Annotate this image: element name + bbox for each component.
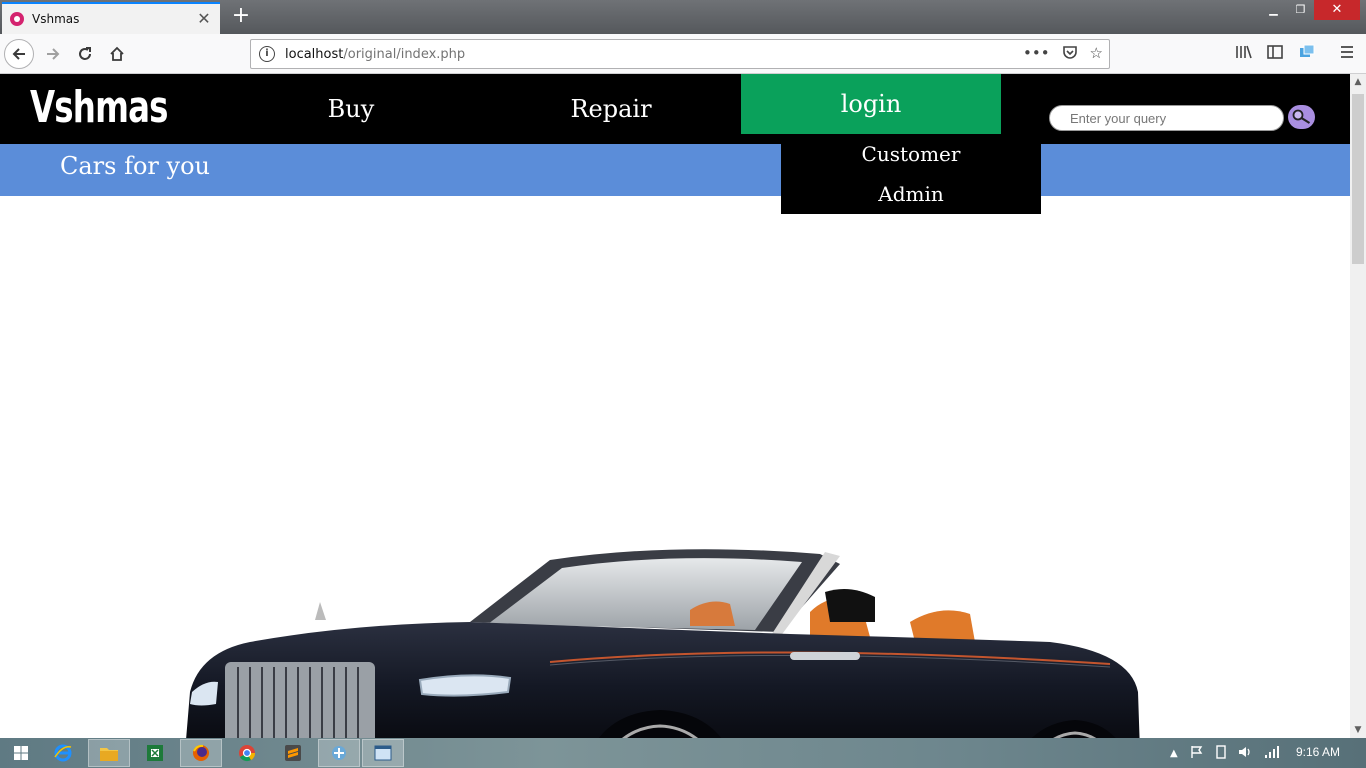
tagline-bar: Cars for you — [0, 144, 1350, 196]
search-input[interactable] — [1049, 105, 1284, 131]
new-tab-button[interactable]: + — [228, 4, 254, 30]
back-button[interactable] — [4, 39, 34, 69]
url-path: /original/index.php — [343, 46, 466, 62]
taskbar-clock[interactable]: 9:16 AM — [1296, 745, 1340, 759]
url-host: localhost — [285, 46, 344, 62]
scroll-down-icon[interactable]: ▼ — [1350, 722, 1366, 738]
forward-arrow-icon — [47, 48, 60, 60]
volume-icon[interactable] — [1238, 744, 1254, 763]
bookmark-star-icon[interactable]: ☆ — [1090, 44, 1103, 64]
page-actions-icon[interactable]: ••• — [1023, 44, 1050, 64]
vertical-scrollbar[interactable]: ▲ ▼ — [1350, 74, 1366, 738]
library-icon[interactable] — [1235, 44, 1253, 60]
windows-taskbar: ▲ 9:16 AM — [0, 738, 1366, 768]
browser-tab[interactable]: Vshmas ✕ — [2, 2, 220, 34]
dropdown-item-admin[interactable]: Admin — [781, 174, 1041, 214]
window-controls: ▁ ❐ ✕ — [1260, 0, 1360, 20]
system-tray: ▲ — [1170, 738, 1280, 768]
minimize-button[interactable]: ▁ — [1260, 0, 1287, 20]
hero-car-image — [186, 549, 1140, 738]
app-icon[interactable] — [318, 739, 360, 767]
reload-button[interactable] — [70, 39, 100, 69]
dropdown-item-customer[interactable]: Customer — [781, 134, 1041, 174]
nav-buy[interactable]: Buy — [221, 74, 481, 144]
reload-icon — [79, 47, 91, 60]
nav-login[interactable]: login — [741, 74, 1001, 134]
forward-button[interactable] — [38, 39, 68, 69]
excel-icon[interactable] — [134, 739, 176, 767]
info-icon[interactable]: i — [259, 46, 275, 62]
web-page: Vshmas Buy Repair login Cars for you Cus… — [0, 74, 1350, 738]
device-icon[interactable] — [1214, 744, 1228, 763]
sidebar-icon[interactable] — [1267, 44, 1283, 60]
menu-icon[interactable] — [1339, 44, 1355, 60]
search-icon — [1292, 109, 1310, 124]
site-favicon-icon — [10, 12, 24, 26]
firefox-icon[interactable] — [180, 739, 222, 767]
close-window-button[interactable]: ✕ — [1314, 0, 1360, 20]
nav-repair[interactable]: Repair — [481, 74, 741, 144]
site-logo[interactable]: Vshmas — [30, 82, 169, 133]
sublime-icon[interactable] — [272, 739, 314, 767]
tray-expand-icon[interactable]: ▲ — [1170, 748, 1178, 759]
close-tab-icon[interactable]: ✕ — [196, 11, 212, 27]
flag-icon[interactable] — [1190, 744, 1204, 763]
back-arrow-icon — [12, 48, 25, 60]
address-bar[interactable]: i localhost /original/index.php ••• ☆ — [250, 39, 1110, 69]
windows-icon — [14, 746, 28, 760]
ie-icon[interactable] — [42, 739, 84, 767]
tab-title: Vshmas — [32, 12, 80, 26]
home-button[interactable] — [102, 39, 132, 69]
pocket-icon[interactable] — [1062, 44, 1078, 64]
site-header: Vshmas Buy Repair login — [0, 74, 1350, 144]
start-button[interactable] — [0, 739, 42, 767]
login-dropdown: Customer Admin — [781, 134, 1041, 214]
file-explorer-icon[interactable] — [88, 739, 130, 767]
scroll-up-icon[interactable]: ▲ — [1350, 74, 1366, 90]
restore-button[interactable]: ❐ — [1287, 0, 1314, 20]
browser-tab-bar: Vshmas ✕ + ▁ ❐ ✕ — [0, 0, 1366, 34]
window-icon[interactable] — [362, 739, 404, 767]
scrollbar-thumb[interactable] — [1352, 94, 1364, 264]
network-icon[interactable] — [1264, 744, 1280, 763]
tagline: Cars for you — [60, 152, 210, 180]
search-button[interactable] — [1288, 105, 1315, 129]
synced-tabs-icon[interactable] — [1299, 44, 1315, 60]
chrome-icon[interactable] — [226, 739, 268, 767]
browser-nav-bar: i localhost /original/index.php ••• ☆ — [0, 34, 1366, 74]
home-icon — [110, 46, 124, 61]
